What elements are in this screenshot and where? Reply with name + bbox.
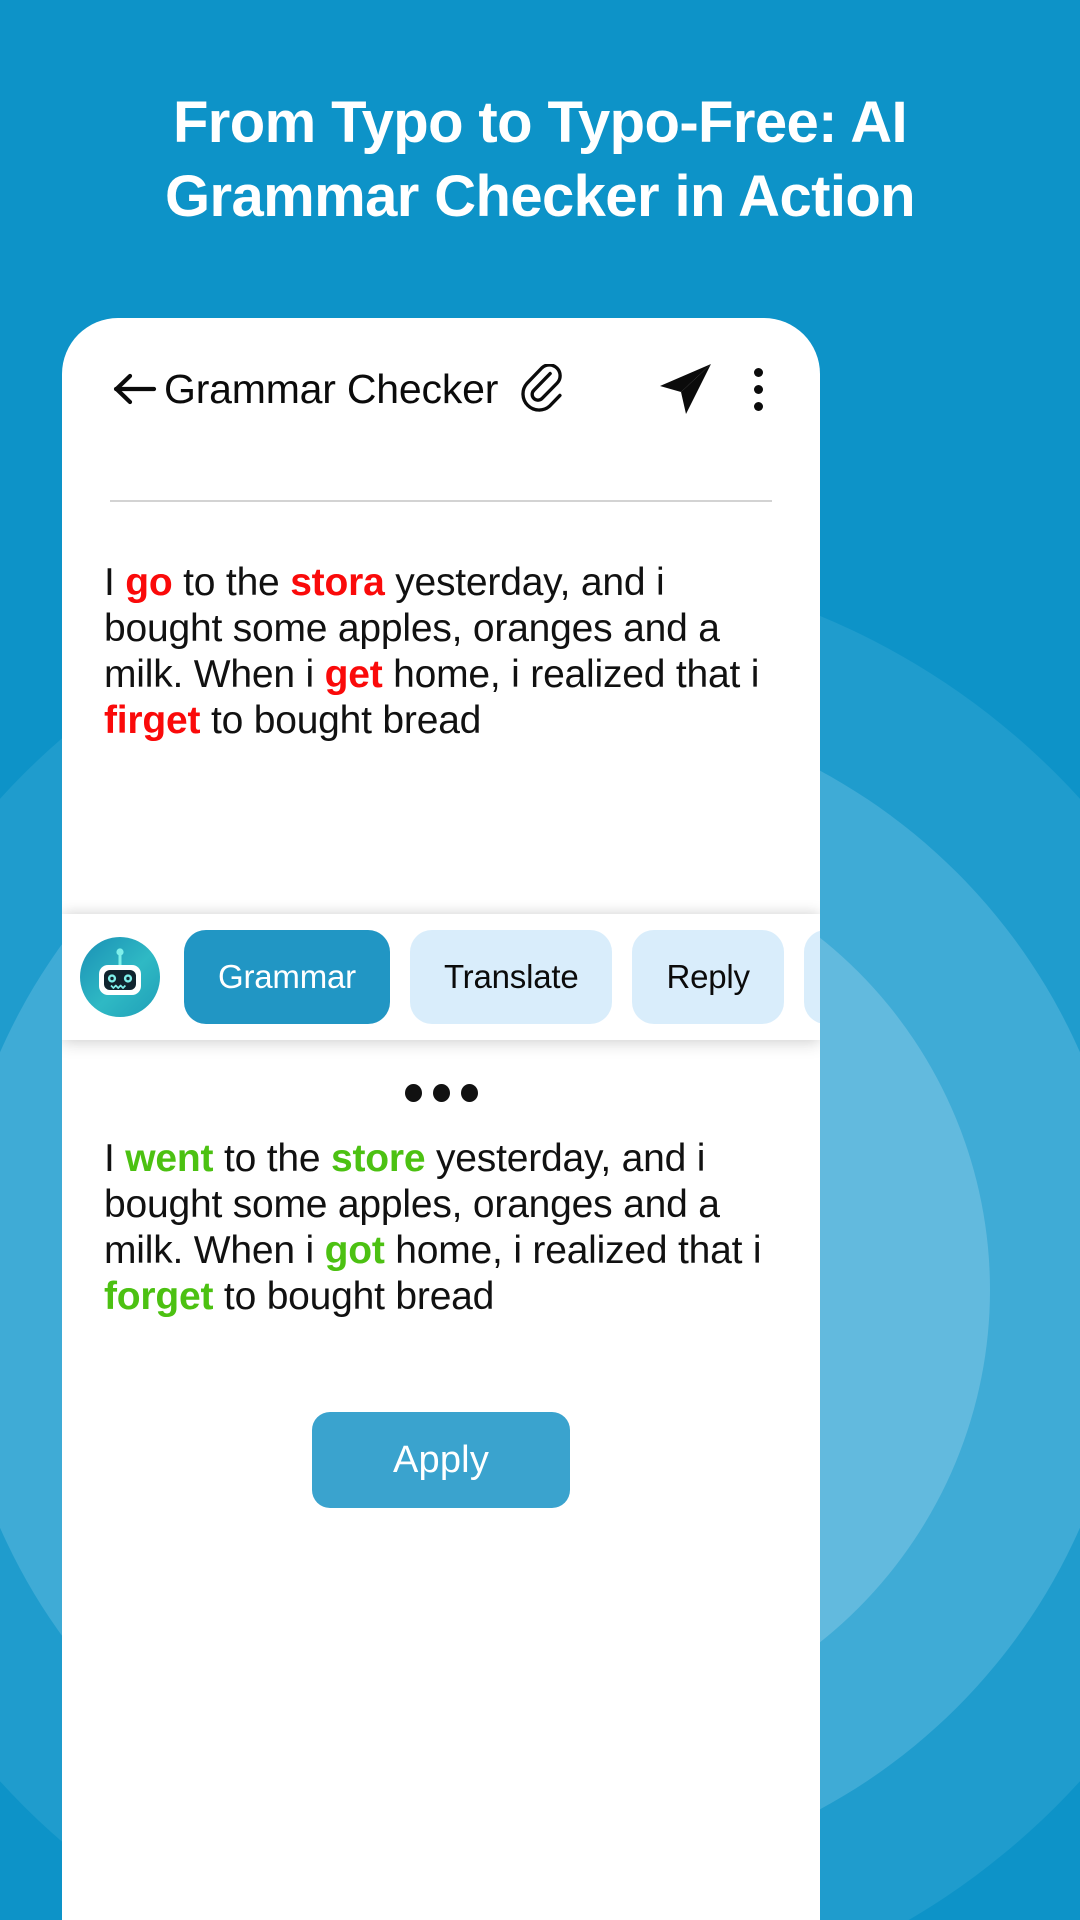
ellipsis-dot xyxy=(404,1084,422,1102)
robot-avatar-icon[interactable] xyxy=(80,937,160,1017)
promo-screen: From Typo to Typo-Free: AI Grammar Check… xyxy=(0,0,1080,1920)
plain-text: to bought bread xyxy=(213,1275,495,1319)
input-message-text[interactable]: I go to the stora yesterday, and i bough… xyxy=(62,560,820,870)
more-vertical-icon[interactable] xyxy=(738,361,778,417)
phone-mockup-card: Grammar Checker I go to the stora yester… xyxy=(62,318,820,1920)
error-word: go xyxy=(125,561,173,604)
app-header-bar: Grammar Checker xyxy=(62,318,820,460)
plain-text: to bought bread xyxy=(200,699,482,743)
apply-button[interactable]: Apply xyxy=(312,1412,570,1509)
menu-dot xyxy=(753,384,763,394)
ellipsis-dot xyxy=(432,1084,450,1102)
corrected-word: got xyxy=(324,1229,385,1273)
corrected-word: forget xyxy=(104,1275,214,1319)
ellipsis-dot xyxy=(460,1084,478,1102)
plain-text: to the xyxy=(213,1137,331,1180)
plain-text: I xyxy=(104,1137,126,1180)
corrected-word: went xyxy=(125,1137,214,1180)
output-message-text: I went to the store yesterday, and i bou… xyxy=(62,1136,820,1320)
back-arrow-icon[interactable] xyxy=(112,366,158,412)
menu-dot xyxy=(753,367,763,377)
plain-text: home, i realized that i xyxy=(382,653,760,697)
app-title: Grammar Checker xyxy=(164,365,499,412)
error-word: get xyxy=(324,653,383,697)
send-paper-plane-icon[interactable] xyxy=(654,361,716,417)
error-word: stora xyxy=(290,561,385,604)
error-word: firget xyxy=(104,699,201,743)
menu-dot xyxy=(753,401,763,411)
chip-reply[interactable]: Reply xyxy=(632,930,784,1024)
chip-tone[interactable]: Tone xyxy=(803,930,820,1024)
plain-text: to the xyxy=(172,561,291,604)
apply-button-row: Apply xyxy=(62,1412,820,1509)
paperclip-icon[interactable] xyxy=(516,362,570,416)
plain-text: I xyxy=(104,561,126,604)
ellipsis-dots-icon xyxy=(62,1084,820,1102)
promo-headline: From Typo to Typo-Free: AI Grammar Check… xyxy=(165,90,916,229)
header-divider xyxy=(110,500,772,502)
corrected-word: store xyxy=(330,1137,426,1180)
assistant-bar-wrapper: Grammar Translate Reply Tone xyxy=(62,914,820,1040)
chip-translate[interactable]: Translate xyxy=(409,930,613,1024)
plain-text: home, i realized that i xyxy=(384,1229,762,1273)
assistant-action-bar: Grammar Translate Reply Tone xyxy=(62,914,820,1040)
chip-grammar[interactable]: Grammar xyxy=(184,930,390,1024)
